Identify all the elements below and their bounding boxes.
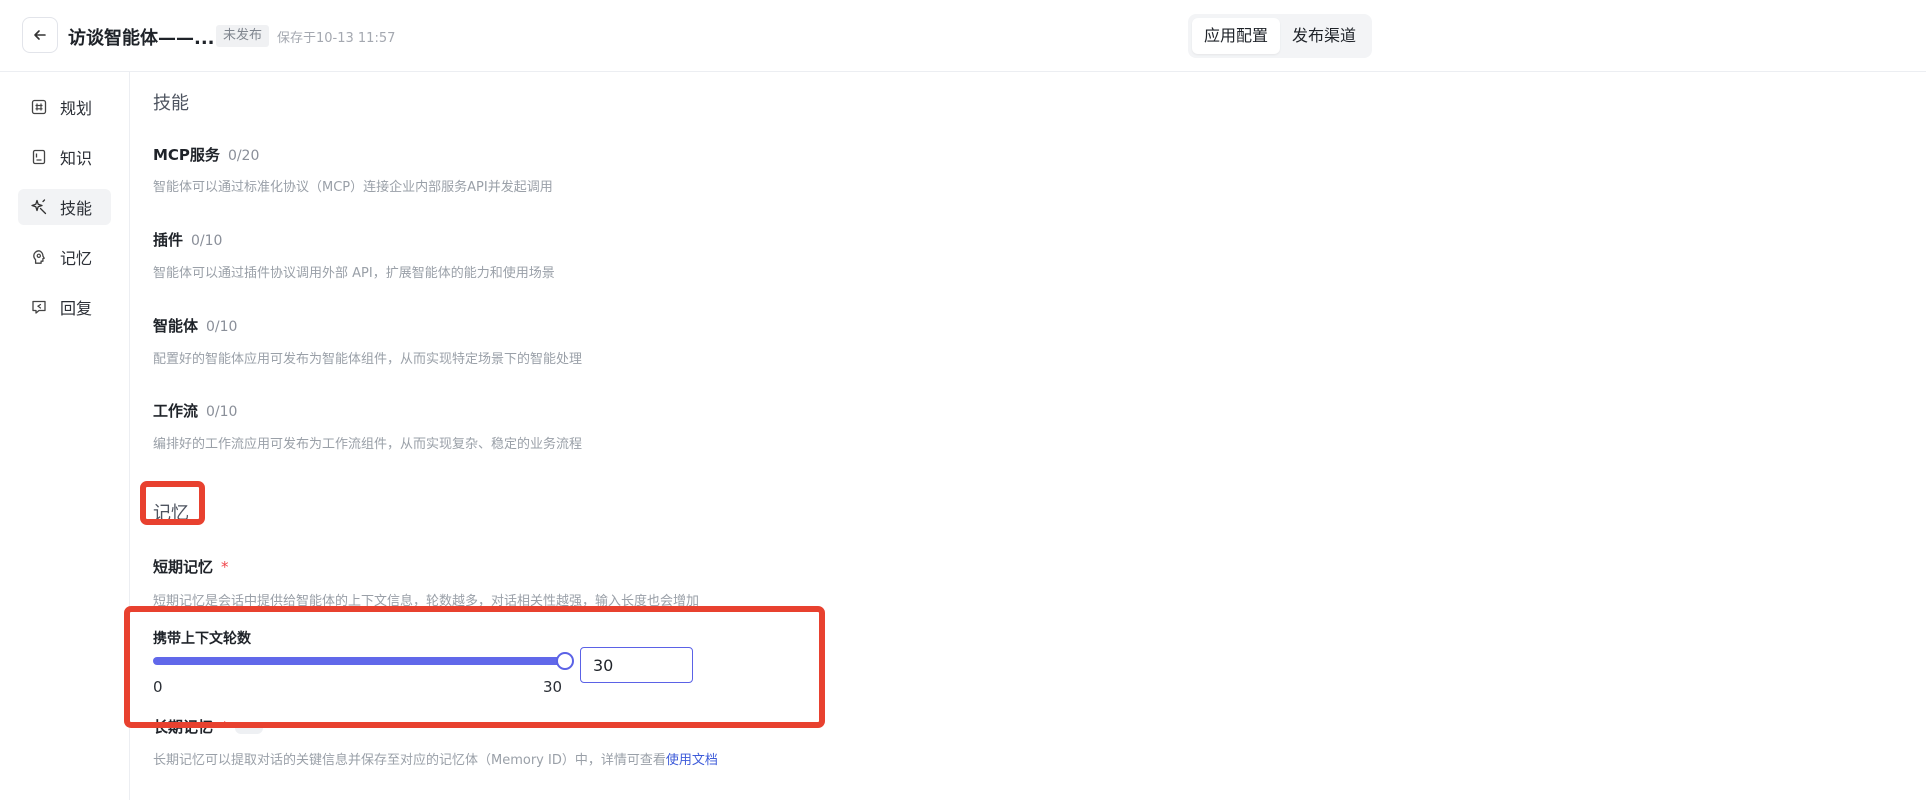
- skill-workflow-title[interactable]: 工作流 0/10: [153, 400, 237, 421]
- short-term-label: 短期记忆: [153, 558, 214, 576]
- memory-section-title: 记忆: [153, 503, 189, 524]
- tab-app-config[interactable]: 应用配置: [1192, 18, 1281, 54]
- app-header: 访谈智能体——... 未发布 保存于10-13 11:57 应用配置 发布渠道: [0, 0, 1926, 72]
- short-term-memory-desc: 短期记忆是会话中提供给智能体的上下文信息，轮数越多，对话相关性越强，输入长度也会…: [153, 594, 700, 609]
- long-term-label: 长期记忆: [153, 718, 214, 736]
- sidebar-item-memory[interactable]: 记忆: [18, 239, 111, 275]
- sidebar-item-skills[interactable]: 技能: [18, 189, 111, 225]
- book-icon: [30, 148, 48, 166]
- slider-min-value: 0: [153, 678, 163, 696]
- long-term-desc-text: 长期记忆可以提取对话的关键信息并保存至对应的记忆体（Memory ID）中，详情…: [153, 753, 666, 768]
- usage-docs-link[interactable]: 使用文档: [666, 753, 718, 768]
- sidebar-item-label: 知识: [60, 149, 93, 168]
- skill-mcp-desc: 智能体可以通过标准化协议（MCP）连接企业内部服务API并发起调用: [153, 180, 553, 195]
- context-rounds-slider-track[interactable]: [153, 657, 563, 665]
- long-term-memory-toggle[interactable]: [234, 721, 263, 734]
- skill-count: 0/10: [206, 404, 238, 420]
- sidebar-item-planning[interactable]: 规划: [18, 89, 111, 125]
- sidebar-item-knowledge[interactable]: 知识: [18, 139, 111, 175]
- arrow-left-icon: [34, 30, 46, 40]
- main-content: 技能 MCP服务 0/20 智能体可以通过标准化协议（MCP）连接企业内部服务AP…: [131, 72, 1926, 800]
- skill-agent-title[interactable]: 智能体 0/10: [153, 315, 237, 336]
- skill-workflow-desc: 编排好的工作流应用可发布为工作流组件，从而实现复杂、稳定的业务流程: [153, 437, 583, 452]
- sidebar-item-label: 回复: [60, 299, 93, 318]
- back-button[interactable]: [22, 17, 58, 53]
- hash-icon: [30, 98, 48, 116]
- app-title: 访谈智能体——...: [68, 28, 215, 49]
- context-rounds-slider-thumb[interactable]: [556, 652, 574, 670]
- long-term-memory-desc: 长期记忆可以提取对话的关键信息并保存至对应的记忆体（Memory ID）中，详情…: [153, 749, 718, 768]
- context-rounds-label: 携带上下文轮数: [153, 631, 251, 647]
- required-mark: *: [221, 558, 229, 576]
- tab-publish-channel[interactable]: 发布渠道: [1280, 18, 1368, 54]
- brain-icon: [30, 248, 48, 266]
- skill-name: 智能体: [153, 317, 199, 335]
- sidebar-item-label: 技能: [60, 199, 93, 218]
- skills-section-title: 技能: [153, 93, 189, 114]
- save-time: 保存于10-13 11:57: [277, 31, 396, 46]
- short-term-memory-title: 短期记忆 *: [153, 556, 229, 577]
- skill-name: 插件: [153, 231, 184, 249]
- sidebar-item-reply[interactable]: 回复: [18, 289, 111, 325]
- status-badge: 未发布: [216, 25, 270, 47]
- sidebar-item-label: 记忆: [60, 249, 93, 268]
- required-mark: *: [221, 718, 229, 736]
- skill-plugin-desc: 智能体可以通过插件协议调用外部 API，扩展智能体的能力和使用场景: [153, 266, 555, 281]
- sparkle-icon: [30, 198, 48, 216]
- slider-max-value: 30: [543, 678, 563, 696]
- skill-mcp-title[interactable]: MCP服务 0/20: [153, 144, 259, 165]
- skill-plugin-title[interactable]: 插件 0/10: [153, 229, 222, 250]
- skill-agent-desc: 配置好的智能体应用可发布为智能体组件，从而实现特定场景下的智能处理: [153, 352, 583, 367]
- skill-count: 0/10: [191, 233, 223, 249]
- context-rounds-input[interactable]: [580, 647, 693, 683]
- skill-name: 工作流: [153, 402, 199, 420]
- skill-count: 0/20: [227, 148, 260, 164]
- sidebar: 规划 知识 技能 记忆 回复: [0, 72, 130, 800]
- skill-count: 0/10: [206, 319, 238, 335]
- long-term-memory-title: 长期记忆 *: [153, 716, 263, 737]
- config-tabs: 应用配置 发布渠道: [1188, 14, 1373, 58]
- reply-icon: [30, 298, 48, 316]
- skill-name: MCP服务: [153, 146, 220, 164]
- sidebar-item-label: 规划: [60, 99, 93, 118]
